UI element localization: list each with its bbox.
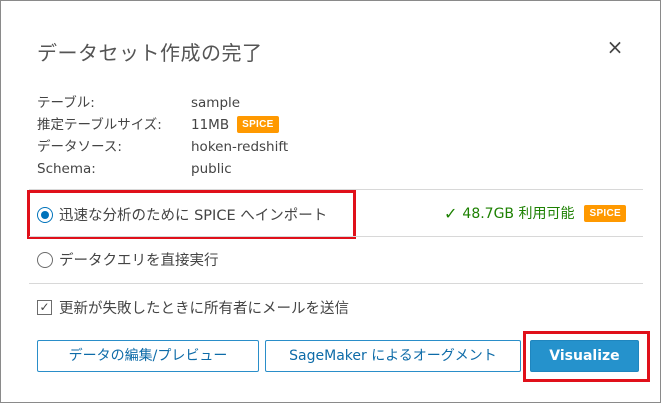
radio-label: 迅速な分析のために SPICE へインポート	[59, 208, 328, 224]
availability-text: 48.7GB 利用可能	[462, 206, 575, 222]
divider	[29, 189, 643, 190]
info-label: 推定テーブルサイズ:	[37, 117, 162, 133]
info-value: sample	[191, 95, 241, 111]
radio-unchecked-icon[interactable]	[37, 251, 53, 268]
dialog-title: データセット作成の完了	[37, 41, 263, 65]
spice-availability: ✓ 48.7GB 利用可能 SPICE	[444, 203, 626, 223]
size-value: 11MB	[191, 117, 230, 133]
edit-preview-button[interactable]: データの編集/プレビュー	[37, 340, 259, 372]
checkbox-checked-icon[interactable]: ✓	[37, 300, 52, 315]
info-value: 11MB SPICE	[191, 115, 279, 135]
sagemaker-augment-button[interactable]: SageMaker によるオーグメント	[265, 340, 521, 372]
radio-direct-query[interactable]: データクエリを直接実行	[37, 249, 219, 270]
dataset-complete-dialog: データセット作成の完了 × テーブル: sample 推定テーブルサイズ: 11…	[0, 0, 661, 403]
divider	[29, 283, 643, 284]
radio-label: データクエリを直接実行	[59, 253, 219, 269]
info-value: hoken-redshift	[191, 139, 289, 155]
notify-checkbox-row[interactable]: ✓ 更新が失敗したときに所有者にメールを送信	[37, 297, 349, 318]
check-icon: ✓	[444, 203, 458, 223]
divider	[29, 236, 643, 237]
info-value: public	[191, 161, 232, 177]
close-icon[interactable]: ×	[603, 35, 627, 59]
radio-spice-import[interactable]: 迅速な分析のために SPICE へインポート	[37, 204, 327, 225]
spice-badge: SPICE	[237, 115, 279, 133]
info-label: Schema:	[37, 161, 96, 177]
checkbox-label: 更新が失敗したときに所有者にメールを送信	[59, 301, 349, 317]
info-label: テーブル:	[37, 95, 95, 111]
info-label: データソース:	[37, 139, 122, 155]
visualize-button[interactable]: Visualize	[530, 340, 639, 372]
radio-checked-icon[interactable]	[37, 206, 53, 223]
spice-badge: SPICE	[584, 204, 626, 222]
